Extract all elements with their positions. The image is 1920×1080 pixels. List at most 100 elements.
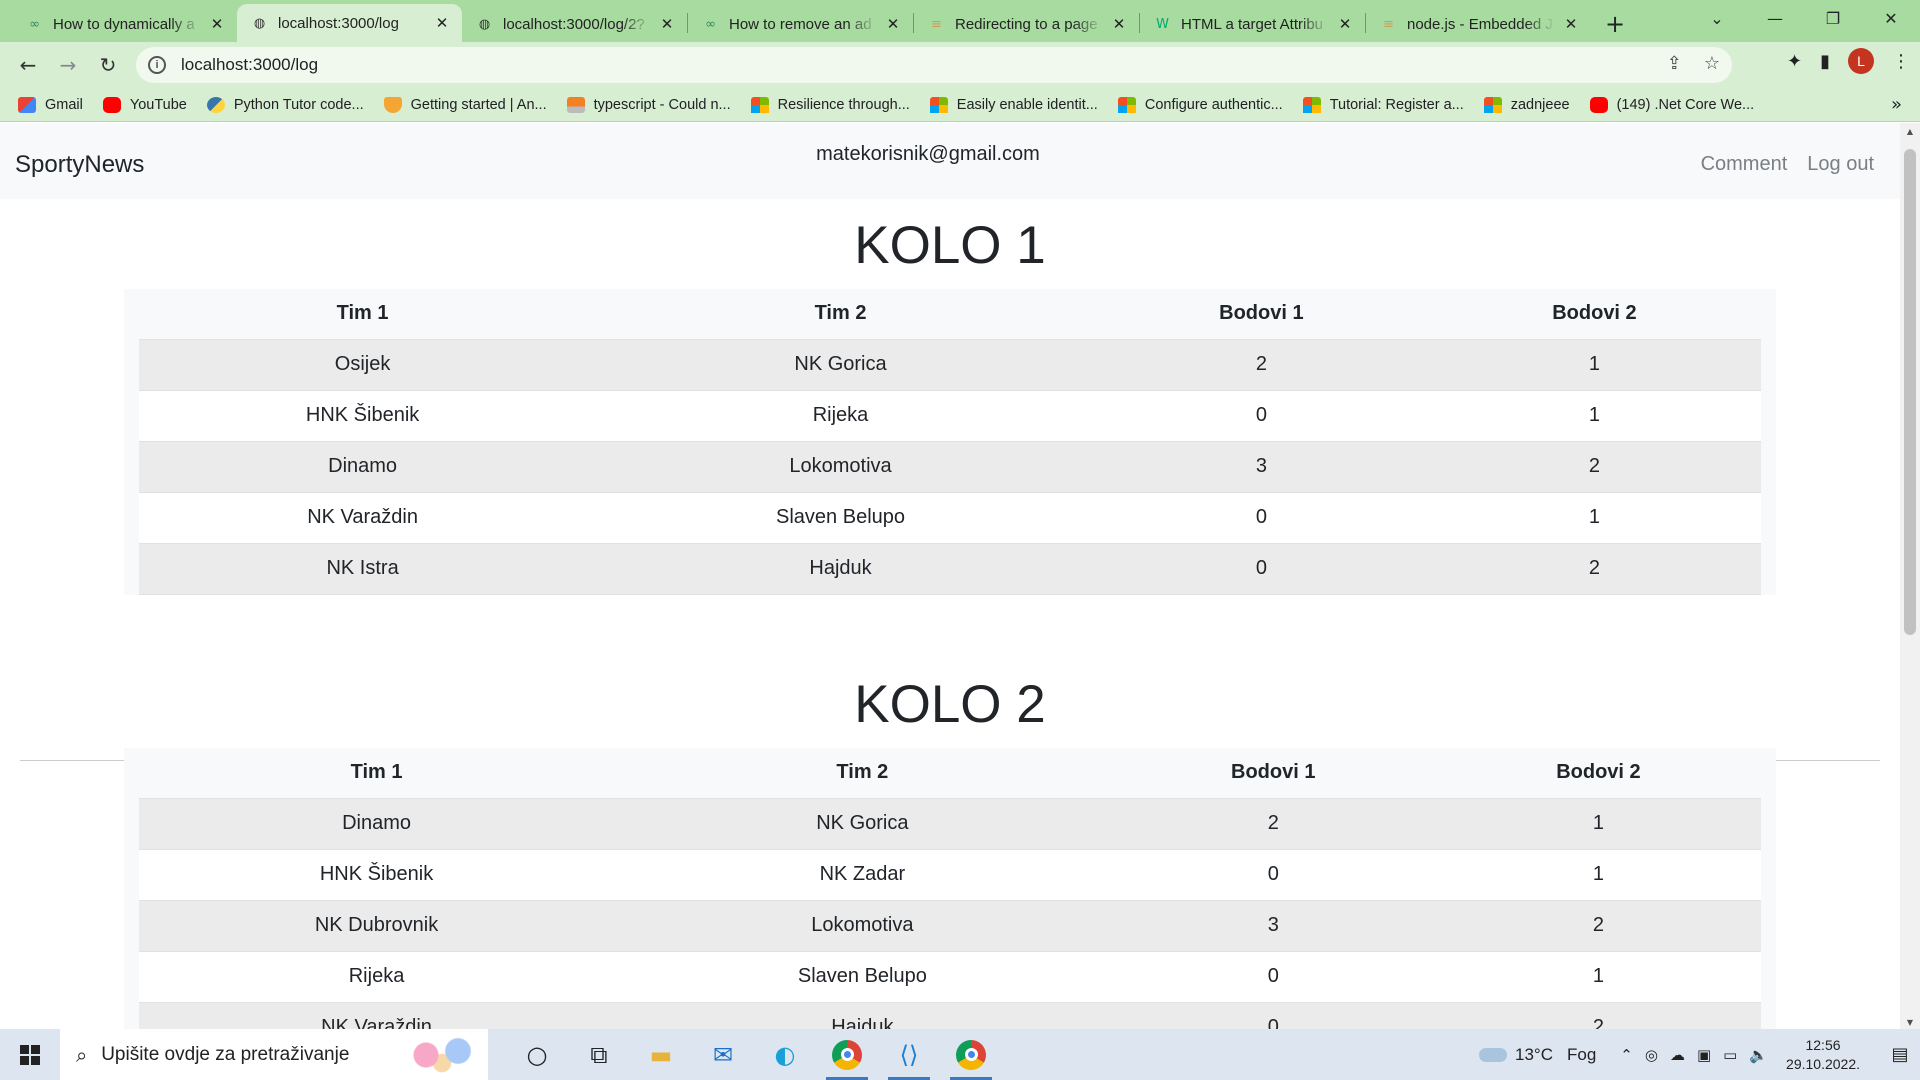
table-cell: Lokomotiva (614, 900, 1111, 952)
tab-close-icon[interactable]: ✕ (1563, 15, 1579, 33)
restore-button[interactable]: ❐ (1804, 0, 1862, 40)
bookmark-item[interactable]: Gmail (18, 96, 83, 113)
side-panel-icon[interactable]: ▮ (1820, 51, 1830, 72)
user-email: matekorisnik@gmail.com (816, 143, 1040, 165)
clock[interactable]: 12:56 29.10.2022. (1786, 1036, 1860, 1074)
browser-tab[interactable]: ≡ node.js - Embedded J ✕ (1366, 6, 1591, 42)
windows-taskbar: ⌕ Upišite ovdje za pretraživanje ○ ⧉ ▬ ✉… (0, 1029, 1920, 1080)
page-scrollbar[interactable]: ▲ ▼ (1900, 123, 1920, 1029)
start-button[interactable] (0, 1044, 60, 1065)
table-cell: NK Istra (139, 543, 587, 595)
browser-tab[interactable]: ∞ How to remove an ad ✕ (688, 6, 913, 42)
bookmark-label: YouTube (129, 96, 187, 113)
bookmark-item[interactable]: Easily enable identit... (929, 96, 1098, 113)
volume-icon[interactable]: 🔈 (1749, 1046, 1768, 1064)
battery-icon[interactable]: ▭ (1723, 1046, 1737, 1064)
bookmark-item[interactable]: zadnjeee (1483, 96, 1570, 113)
weather-desc: Fog (1567, 1044, 1597, 1064)
table-cell: HNK Šibenik (139, 849, 615, 901)
back-icon[interactable]: ← (8, 53, 48, 77)
bookmark-item[interactable]: typescript - Could n... (566, 96, 731, 113)
tab-search-icon[interactable]: ⌄ (1688, 0, 1746, 40)
column-header: Tim 1 (139, 289, 587, 340)
table-cell: 0 (1110, 951, 1436, 1003)
bookmark-item[interactable]: Configure authentic... (1117, 96, 1283, 113)
browser-tab[interactable]: ≡ Redirecting to a page ✕ (914, 6, 1139, 42)
extensions-icon[interactable]: ✦ (1787, 51, 1802, 72)
notifications-icon[interactable]: ▤ (1880, 1044, 1920, 1065)
url-text[interactable]: localhost:3000/log (181, 55, 318, 75)
cortana-icon[interactable]: ○ (506, 1029, 568, 1080)
comment-link[interactable]: Comment (1701, 153, 1788, 176)
bookmark-label: typescript - Could n... (593, 96, 731, 113)
column-header: Bodovi 1 (1110, 748, 1436, 799)
more-bookmarks-icon[interactable]: » (1891, 94, 1902, 115)
w3schools-icon: W (1156, 16, 1169, 32)
round-table-1: Tim 1 Tim 2 Bodovi 1 Bodovi 2 Osijek NK Goric… (139, 289, 1761, 595)
logout-link[interactable]: Log out (1807, 153, 1874, 176)
table-row: Dinamo NK Gorica 2 1 (139, 798, 1761, 850)
site-navbar: SportyNews matekorisnik@gmail.com Commen… (0, 123, 1900, 199)
table-row: Rijeka Slaven Belupo 0 1 (139, 951, 1761, 1003)
table-cell: Dinamo (139, 441, 587, 493)
meet-now-icon[interactable]: ◎ (1645, 1046, 1658, 1064)
microsoft-icon (1117, 96, 1136, 113)
tab-title: HTML a target Attribu (1181, 15, 1324, 33)
mail-icon[interactable]: ✉ (692, 1029, 754, 1080)
task-view-icon[interactable]: ⧉ (568, 1029, 630, 1080)
weather-widget[interactable]: 13°C Fog (1479, 1045, 1596, 1065)
menu-kebab-icon[interactable]: ⋮ (1892, 51, 1910, 72)
globe-icon: ◍ (253, 15, 266, 31)
browser-tab[interactable]: ◍ localhost:3000/log ✕ (237, 4, 462, 42)
bookmark-item[interactable]: Python Tutor code... (206, 96, 364, 113)
chrome-icon[interactable] (816, 1029, 878, 1080)
vscode-icon[interactable]: ⟨⟩ (878, 1029, 940, 1080)
display-icon[interactable]: ▣ (1697, 1046, 1711, 1064)
site-info-icon[interactable]: i (148, 56, 166, 74)
table-row: Osijek NK Gorica 2 1 (139, 339, 1761, 391)
table-cell: Osijek (139, 339, 587, 391)
reload-icon[interactable]: ↻ (88, 53, 128, 77)
bookmark-item[interactable]: Getting started | An... (383, 96, 547, 113)
scroll-down-arrow-icon[interactable]: ▼ (1900, 1018, 1920, 1027)
edge-icon[interactable]: ◐ (754, 1029, 816, 1080)
tab-title: How to remove an ad (729, 15, 872, 33)
close-window-button[interactable]: ✕ (1862, 0, 1920, 40)
tab-close-icon[interactable]: ✕ (659, 15, 675, 33)
tab-close-icon[interactable]: ✕ (1337, 15, 1353, 33)
chevron-up-icon[interactable]: ⌃ (1620, 1046, 1633, 1064)
tab-title: Redirecting to a page (955, 15, 1098, 33)
scrollbar-thumb[interactable] (1904, 149, 1916, 635)
minimize-button[interactable]: — (1746, 0, 1804, 40)
bookmark-item[interactable]: Tutorial: Register a... (1302, 96, 1464, 113)
browser-tab[interactable]: ◍ localhost:3000/log/2? ✕ (462, 6, 687, 42)
profile-avatar[interactable]: L (1848, 48, 1874, 74)
tab-close-icon[interactable]: ✕ (209, 15, 225, 33)
scroll-up-arrow-icon[interactable]: ▲ (1900, 127, 1920, 136)
table-cell: NK Gorica (614, 798, 1111, 850)
browser-tab[interactable]: ∞ How to dynamically a ✕ (12, 6, 237, 42)
new-tab-button[interactable]: + (1591, 6, 1639, 42)
forward-icon[interactable]: → (48, 53, 88, 77)
youtube-icon (102, 96, 121, 113)
tab-close-icon[interactable]: ✕ (1111, 15, 1127, 33)
chrome-icon[interactable] (940, 1029, 1002, 1080)
page-viewport: SportyNews matekorisnik@gmail.com Commen… (0, 123, 1900, 1029)
browser-toolbar: ← → ↻ i localhost:3000/log ⇪ ☆ ✦ ▮ L ⋮ (0, 42, 1920, 88)
address-bar[interactable]: i localhost:3000/log ⇪ ☆ (136, 47, 1732, 83)
file-explorer-icon[interactable]: ▬ (630, 1029, 692, 1080)
taskbar-search-box[interactable]: ⌕ Upišite ovdje za pretraživanje (60, 1029, 488, 1080)
bookmark-star-icon[interactable]: ☆ (1704, 53, 1720, 74)
table-cell: NK Zadar (614, 849, 1111, 901)
fog-icon (1479, 1047, 1508, 1062)
bookmark-item[interactable]: YouTube (102, 96, 187, 113)
browser-tab[interactable]: W HTML a target Attribu ✕ (1140, 6, 1365, 42)
tab-close-icon[interactable]: ✕ (885, 15, 901, 33)
tab-close-icon[interactable]: ✕ (434, 14, 450, 32)
table-cell: Dinamo (139, 798, 615, 850)
network-icon[interactable]: ☁ (1670, 1046, 1685, 1064)
share-icon[interactable]: ⇪ (1667, 53, 1682, 74)
table-cell: NK Gorica (586, 339, 1095, 391)
bookmark-item[interactable]: (149) .Net Core We... (1589, 96, 1754, 113)
bookmark-item[interactable]: Resilience through... (750, 96, 910, 113)
